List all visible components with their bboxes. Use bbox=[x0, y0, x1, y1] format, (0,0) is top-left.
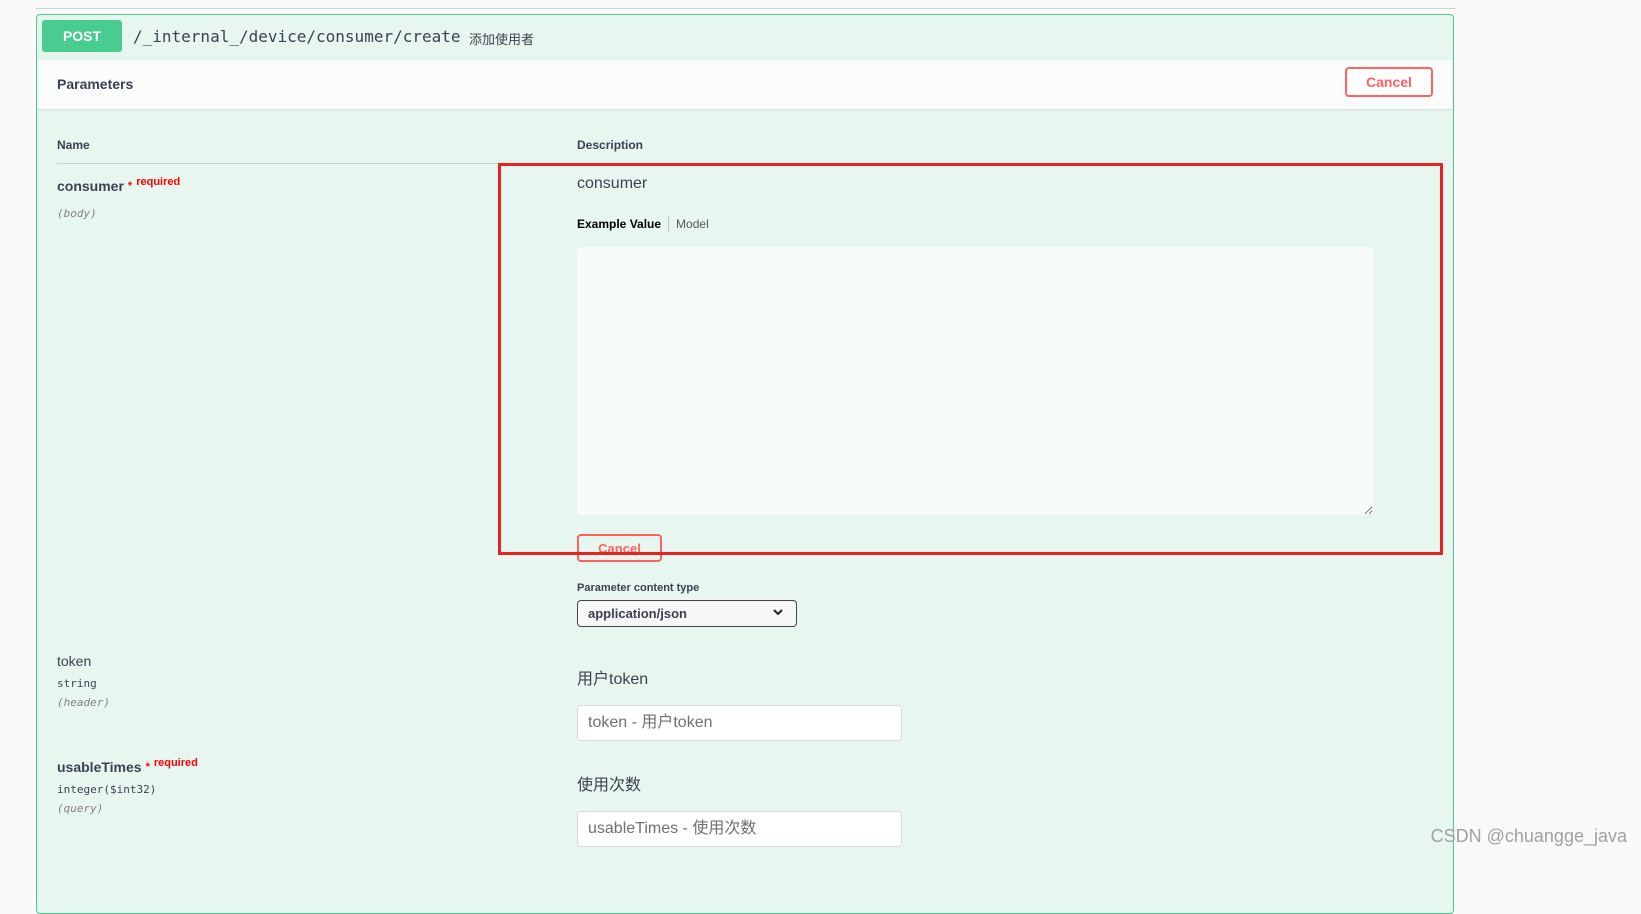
parameters-title: Parameters bbox=[57, 76, 134, 92]
watermark: CSDN @chuangge_java bbox=[1430, 826, 1627, 846]
param-consumer-name: consumer * required bbox=[57, 176, 181, 194]
param-usabletimes-description: 使用次数 bbox=[577, 777, 642, 794]
annotation-highlight-box bbox=[498, 163, 1443, 555]
param-name: usableTimes bbox=[57, 759, 142, 775]
token-input[interactable] bbox=[577, 705, 902, 741]
required-star: * bbox=[127, 180, 133, 192]
content-type-label: Parameter content type bbox=[577, 582, 700, 594]
param-token-name: token bbox=[57, 653, 92, 669]
try-out-cancel-button[interactable]: Cancel bbox=[1345, 67, 1433, 97]
method-badge: POST bbox=[42, 20, 122, 52]
param-token-in: (header) bbox=[57, 696, 110, 709]
param-token-type: string bbox=[57, 677, 97, 690]
param-usabletimes-type: integer($int32) bbox=[57, 783, 157, 796]
chevron-down-icon bbox=[772, 606, 784, 621]
endpoint-path: /_internal_/device/consumer/create bbox=[133, 27, 461, 46]
endpoint-summary: 添加使用者 bbox=[469, 32, 535, 47]
required-star: * bbox=[145, 761, 150, 773]
param-consumer-in: (body) bbox=[57, 207, 97, 220]
name-column-header: Name bbox=[57, 138, 90, 152]
opblock-summary[interactable]: POST /_internal_/device/consumer/create … bbox=[37, 15, 1453, 60]
usabletimes-input[interactable] bbox=[577, 811, 902, 847]
content-type-value: application/json bbox=[588, 606, 687, 621]
description-column-header: Description bbox=[577, 138, 644, 152]
required-label: required bbox=[153, 757, 198, 769]
param-usabletimes-in: (query) bbox=[57, 802, 104, 815]
param-token-description: 用户token bbox=[577, 671, 649, 688]
required-label: required bbox=[136, 176, 181, 188]
content-type-select[interactable]: application/json bbox=[577, 600, 797, 627]
parameters-header: Parameters Cancel bbox=[37, 59, 1453, 109]
top-divider bbox=[36, 8, 1456, 9]
param-name: consumer bbox=[57, 178, 124, 194]
param-usabletimes-name: usableTimes * required bbox=[57, 757, 198, 775]
